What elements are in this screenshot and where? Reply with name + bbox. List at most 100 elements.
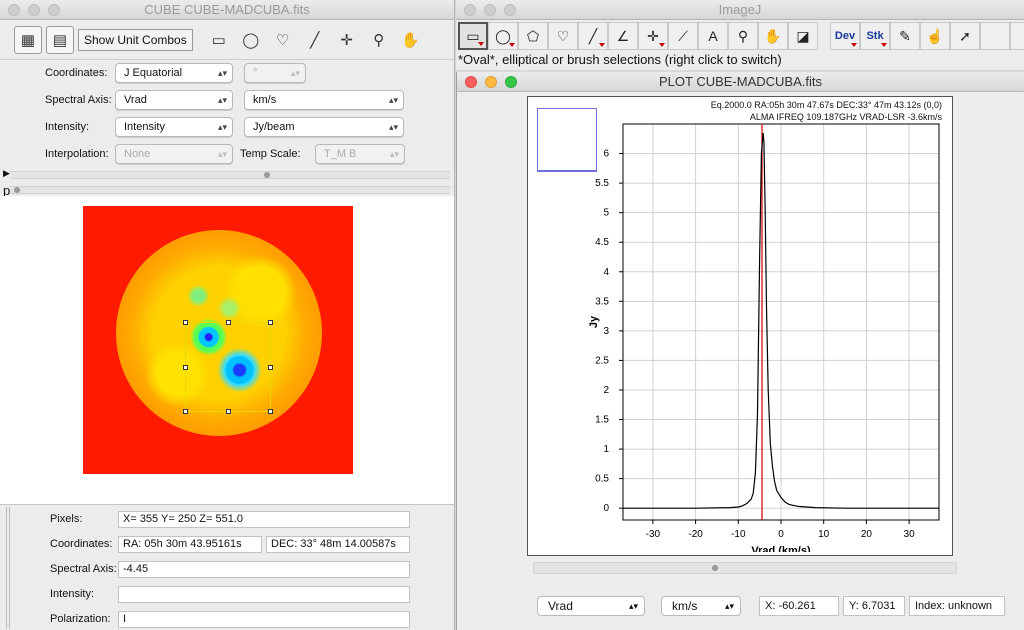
show-unit-combos-button[interactable]: Show Unit Combos bbox=[78, 28, 193, 51]
zoom-tool-icon[interactable]: ⚲ bbox=[365, 26, 393, 54]
y-readout: Y: 6.7031 bbox=[843, 596, 905, 616]
updown-icon: ▴▾ bbox=[290, 68, 300, 78]
intensity-unit-select[interactable]: Jy/beam ▴▾ bbox=[244, 117, 404, 137]
index-readout: Index: unknown bbox=[909, 596, 1005, 616]
plot-horizontal-scrollbar[interactable] bbox=[533, 562, 957, 574]
imagej-window-title: ImageJ bbox=[718, 2, 762, 17]
expand-triangle-icon[interactable]: ▶ bbox=[3, 168, 10, 179]
y-tick-label: 2.5 bbox=[595, 355, 609, 366]
splitter-handle-2[interactable] bbox=[10, 186, 450, 194]
splitter-dot bbox=[14, 187, 20, 193]
temp-scale-value: T_M B bbox=[324, 148, 357, 160]
brush-icon[interactable]: ☝ bbox=[920, 22, 950, 50]
line-selection-icon[interactable]: ╱ bbox=[578, 22, 608, 50]
polarization-row: Polarization: I bbox=[0, 609, 454, 630]
imagej-titlebar: ImageJ bbox=[456, 0, 1024, 20]
y-tick-label: 1 bbox=[603, 444, 609, 455]
dev-menu-button[interactable]: Dev bbox=[830, 22, 860, 50]
cube-image[interactable] bbox=[83, 206, 353, 474]
coordinates-unit: ° bbox=[253, 67, 258, 79]
selection-handle[interactable] bbox=[268, 365, 273, 370]
close-button[interactable] bbox=[464, 4, 476, 16]
window-controls[interactable] bbox=[464, 4, 516, 16]
zoom-button[interactable] bbox=[48, 4, 60, 16]
selection-handle[interactable] bbox=[226, 409, 231, 414]
close-button[interactable] bbox=[8, 4, 20, 16]
minimize-button[interactable] bbox=[28, 4, 40, 16]
x-readout: X: -60.261 bbox=[759, 596, 839, 616]
plot-unit-select[interactable]: km/s ▴▾ bbox=[661, 596, 741, 616]
coordinates-status-row: Coordinates: RA: 05h 30m 43.95161s DEC: … bbox=[0, 534, 454, 556]
empty-slot[interactable] bbox=[980, 22, 1010, 50]
selection-handle[interactable] bbox=[268, 320, 273, 325]
temp-scale-select: T_M B ▴▾ bbox=[315, 144, 405, 164]
wand-tool-icon[interactable]: ⟋ bbox=[668, 22, 698, 50]
oval-tool-icon[interactable]: ◯ bbox=[237, 26, 265, 54]
color-picker-icon[interactable]: ◪ bbox=[788, 22, 818, 50]
empty-slot[interactable] bbox=[1010, 22, 1024, 50]
image-canvas-area[interactable] bbox=[0, 196, 454, 504]
angle-tool-icon[interactable]: ∠ bbox=[608, 22, 638, 50]
stk-menu-button[interactable]: Stk bbox=[860, 22, 890, 50]
cube-toolbar: ▦ ▤ Show Unit Combos ▭ ◯ ♡ ╱ ✛ ⚲ ✋ bbox=[0, 20, 454, 60]
hand-tool-icon[interactable]: ✋ bbox=[397, 26, 425, 54]
y-tick-label: 5.5 bbox=[595, 178, 609, 189]
interpolation-value: None bbox=[124, 148, 151, 160]
polygon-selection-icon[interactable]: ⬠ bbox=[518, 22, 548, 50]
coordinates-status-label: Coordinates: bbox=[50, 538, 113, 550]
freehand-tool-icon[interactable]: ♡ bbox=[269, 26, 297, 54]
arrow-tool-icon[interactable]: ➚ bbox=[950, 22, 980, 50]
intensity-label: Intensity: bbox=[45, 121, 90, 133]
freehand-selection-icon[interactable]: ♡ bbox=[548, 22, 578, 50]
rectangle-tool-icon[interactable]: ▭ bbox=[205, 26, 233, 54]
hand-icon[interactable]: ✋ bbox=[758, 22, 788, 50]
x-tick-label: -20 bbox=[688, 529, 703, 540]
splitter-dot bbox=[264, 172, 270, 178]
rectangle-selection-icon[interactable]: ▭ bbox=[458, 22, 488, 50]
spectrum-view-icon[interactable]: ▤ bbox=[46, 25, 74, 54]
selection-handle[interactable] bbox=[226, 320, 231, 325]
cube-window: CUBE CUBE-MADCUBA.fits ▦ ▤ Show Unit Com… bbox=[0, 0, 455, 630]
selection-handle[interactable] bbox=[183, 409, 188, 414]
line-tool-icon[interactable]: ╱ bbox=[301, 26, 329, 54]
x-tick-label: -30 bbox=[646, 529, 661, 540]
rectangle-selection[interactable] bbox=[183, 320, 273, 414]
plot-axis-select[interactable]: Vrad ▴▾ bbox=[537, 596, 645, 616]
point-tool-icon[interactable]: ✛ bbox=[333, 26, 361, 54]
zoom-button[interactable] bbox=[504, 4, 516, 16]
scroll-thumb[interactable] bbox=[712, 565, 718, 571]
y-tick-label: 3.5 bbox=[595, 296, 609, 307]
spectral-status-label: Spectral Axis: bbox=[50, 563, 117, 575]
spectral-axis-value: Vrad bbox=[124, 94, 147, 106]
minimize-button[interactable] bbox=[484, 4, 496, 16]
y-tick-label: 5 bbox=[603, 208, 609, 219]
intensity-select[interactable]: Intensity ▴▾ bbox=[115, 117, 233, 137]
updown-icon: ▴▾ bbox=[628, 601, 638, 611]
cube-window-title: CUBE CUBE-MADCUBA.fits bbox=[144, 2, 310, 17]
oval-selection-icon[interactable]: ◯ bbox=[488, 22, 518, 50]
magnifier-icon[interactable]: ⚲ bbox=[728, 22, 758, 50]
interpolation-row: Interpolation: None ▴▾ Temp Scale: T_M B ▴… bbox=[0, 144, 454, 166]
intensity-value: Intensity bbox=[124, 121, 165, 133]
cube-settings-icon[interactable]: ▦ bbox=[14, 25, 42, 54]
plot-axis-value: Vrad bbox=[548, 599, 573, 613]
pixels-label: Pixels: bbox=[50, 513, 83, 525]
spectral-axis-select[interactable]: Vrad ▴▾ bbox=[115, 90, 233, 110]
selection-handle[interactable] bbox=[183, 365, 188, 370]
splitter-handle-1[interactable] bbox=[10, 171, 450, 179]
point-tool-icon[interactable]: ✛ bbox=[638, 22, 668, 50]
window-controls[interactable] bbox=[8, 4, 60, 16]
pixels-row: Pixels: X= 355 Y= 250 Z= 551.0 bbox=[0, 509, 454, 531]
selection-handle[interactable] bbox=[183, 320, 188, 325]
x-tick-label: 0 bbox=[778, 529, 784, 540]
coordinates-select[interactable]: J Equatorial ▴▾ bbox=[115, 63, 233, 83]
x-axis-label: Vrad (km/s) bbox=[751, 545, 811, 552]
y-tick-label: 4.5 bbox=[595, 237, 609, 248]
pixels-field: X= 355 Y= 250 Z= 551.0 bbox=[118, 511, 410, 528]
spectral-field: -4.45 bbox=[118, 561, 410, 578]
selection-handle[interactable] bbox=[268, 409, 273, 414]
text-tool-icon[interactable]: A bbox=[698, 22, 728, 50]
pencil-icon[interactable]: ✎ bbox=[890, 22, 920, 50]
spectral-unit-select[interactable]: km/s ▴▾ bbox=[244, 90, 404, 110]
